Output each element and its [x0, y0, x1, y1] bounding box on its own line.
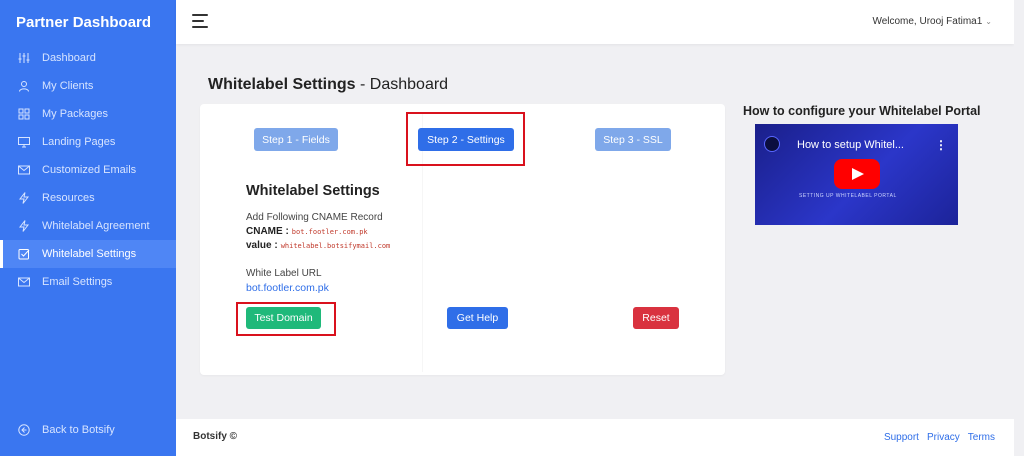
video-title: How to setup Whitel... [797, 139, 904, 151]
arrow-left-circle-icon [18, 424, 30, 436]
hamburger-menu-icon[interactable] [192, 14, 208, 28]
value-label: value : [246, 240, 278, 251]
welcome-text: Welcome, Urooj Fatima1 [872, 16, 983, 27]
sidebar: Partner Dashboard Dashboard My Clients M… [0, 0, 176, 456]
value-row: value : whitelabel.botsifymail.com [246, 240, 390, 251]
mail-icon [18, 276, 30, 288]
step1-fields-button[interactable]: Step 1 - Fields [254, 128, 338, 151]
grid-icon [18, 108, 30, 120]
footer-link-support[interactable]: Support [884, 432, 919, 443]
more-options-icon[interactable]: ⋮ [935, 138, 947, 152]
lightning-icon [18, 220, 30, 232]
video-heading: How to configure your Whitelabel Portal [743, 104, 981, 118]
chevron-down-icon: ⌄ [985, 17, 992, 26]
footer: Botsify © Support Privacy Terms [176, 419, 1014, 456]
page-title-main: Whitelabel Settings [208, 76, 356, 93]
sidebar-item-landing-pages[interactable]: Landing Pages [0, 128, 176, 156]
play-icon[interactable] [834, 159, 880, 189]
footer-link-privacy[interactable]: Privacy [927, 432, 960, 443]
sidebar-item-whitelabel-agreement[interactable]: Whitelabel Agreement [0, 212, 176, 240]
monitor-icon [18, 136, 30, 148]
sidebar-item-dashboard[interactable]: Dashboard [0, 44, 176, 72]
user-menu[interactable]: Welcome, Urooj Fatima1 ⌄ [872, 16, 992, 27]
white-label-url-label: White Label URL [246, 268, 322, 279]
sidebar-item-label: My Packages [42, 108, 109, 120]
step2-highlight-box [406, 112, 525, 166]
step3-ssl-button[interactable]: Step 3 - SSL [595, 128, 671, 151]
user-icon [18, 80, 30, 92]
get-help-button[interactable]: Get Help [447, 307, 508, 329]
cname-value: bot.footler.com.pk [291, 228, 368, 236]
checkbox-icon [18, 248, 30, 260]
sidebar-item-resources[interactable]: Resources [0, 184, 176, 212]
topbar: Welcome, Urooj Fatima1 ⌄ [176, 0, 1014, 44]
page-title: Whitelabel Settings - Dashboard [208, 76, 448, 94]
footer-link-terms[interactable]: Terms [968, 432, 995, 443]
sidebar-item-my-clients[interactable]: My Clients [0, 72, 176, 100]
sidebar-nav: Dashboard My Clients My Packages Landing… [0, 44, 176, 296]
sidebar-item-email-settings[interactable]: Email Settings [0, 268, 176, 296]
value-value: whitelabel.botsifymail.com [280, 242, 391, 250]
sidebar-item-label: Dashboard [42, 52, 96, 64]
sliders-icon [18, 52, 30, 64]
scrollbar-gutter [1014, 0, 1024, 456]
channel-avatar [764, 136, 780, 152]
sidebar-item-label: Whitelabel Agreement [42, 220, 150, 232]
page-title-suffix: - Dashboard [355, 76, 449, 93]
sidebar-item-customized-emails[interactable]: Customized Emails [0, 156, 176, 184]
sidebar-item-label: Email Settings [42, 276, 113, 288]
settings-heading: Whitelabel Settings [246, 183, 380, 199]
sidebar-item-whitelabel-settings[interactable]: Whitelabel Settings [0, 240, 176, 268]
sidebar-item-label: Whitelabel Settings [42, 248, 137, 260]
sidebar-item-label: Customized Emails [42, 164, 137, 176]
mail-icon [18, 164, 30, 176]
cname-row: CNAME : bot.footler.com.pk [246, 226, 368, 237]
lightning-icon [18, 192, 30, 204]
footer-brand: Botsify © [193, 431, 238, 442]
back-label: Back to Botsify [42, 424, 115, 436]
sidebar-item-label: Landing Pages [42, 136, 116, 148]
cname-label: CNAME : [246, 226, 289, 237]
test-domain-highlight-box [236, 302, 336, 336]
reset-button[interactable]: Reset [633, 307, 679, 329]
sidebar-item-label: My Clients [42, 80, 94, 92]
video-overlay-text: SETTING UP WHITELABEL PORTAL [799, 193, 897, 199]
brand-title: Partner Dashboard [16, 14, 152, 31]
cname-intro: Add Following CNAME Record [246, 212, 383, 223]
white-label-url-link[interactable]: bot.footler.com.pk [246, 282, 329, 294]
sidebar-item-label: Resources [42, 192, 95, 204]
footer-links: Support Privacy Terms [884, 432, 995, 443]
sidebar-item-my-packages[interactable]: My Packages [0, 100, 176, 128]
back-to-botsify-link[interactable]: Back to Botsify [18, 424, 115, 436]
